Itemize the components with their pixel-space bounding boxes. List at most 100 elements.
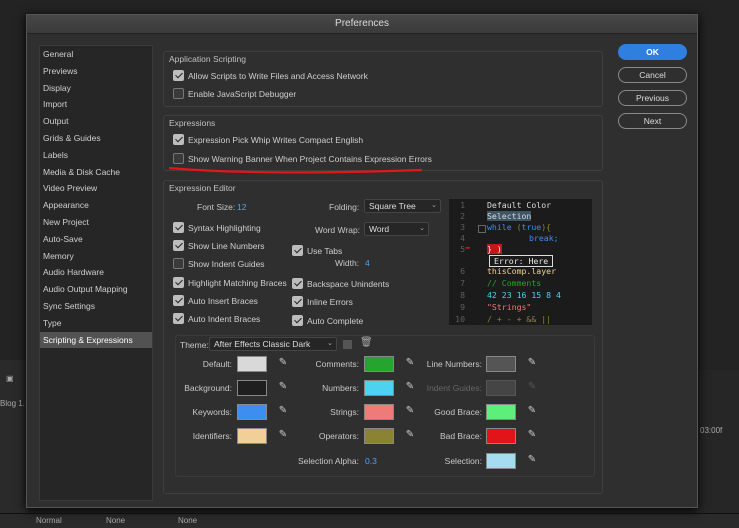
sidebar-item-display[interactable]: Display: [40, 80, 152, 97]
eyedropper-icon[interactable]: ✎: [403, 356, 417, 370]
checkbox-label: Enable JavaScript Debugger: [188, 88, 297, 99]
javascript-debugger-checkbox[interactable]: Enable JavaScript Debugger: [173, 88, 296, 99]
sidebar-item-auto-save[interactable]: Auto-Save: [40, 231, 152, 248]
eyedropper-icon[interactable]: ✎: [403, 380, 417, 394]
sidebar-item-type[interactable]: Type: [40, 315, 152, 332]
inline-errors-checkbox[interactable]: Inline Errors: [292, 296, 353, 307]
eyedropper-icon[interactable]: ✎: [525, 356, 539, 370]
sidebar-item-video-preview[interactable]: Video Preview: [40, 180, 152, 197]
word-wrap-dropdown[interactable]: Word ⌄: [364, 222, 429, 236]
sidebar-item-media-disk-cache[interactable]: Media & Disk Cache: [40, 164, 152, 181]
line-number: 9: [460, 302, 465, 312]
eyedropper-icon[interactable]: ✎: [276, 380, 290, 394]
strings-color-swatch[interactable]: [364, 404, 394, 420]
auto-insert-braces-checkbox[interactable]: Auto Insert Braces: [173, 295, 258, 306]
checkbox-box[interactable]: [173, 277, 184, 288]
ok-button[interactable]: OK: [618, 44, 687, 60]
sidebar-item-audio-hardware[interactable]: Audio Hardware: [40, 264, 152, 281]
eyedropper-icon[interactable]: ✎: [525, 428, 539, 442]
sidebar-item-memory[interactable]: Memory: [40, 248, 152, 265]
sidebar-item-new-project[interactable]: New Project: [40, 214, 152, 231]
sidebar-item-output[interactable]: Output: [40, 113, 152, 130]
trash-icon[interactable]: 🗑: [360, 337, 373, 348]
font-size-value[interactable]: 12: [237, 202, 246, 212]
selection-alpha-value[interactable]: 0.3: [365, 456, 377, 466]
word-wrap-label: Word Wrap:: [315, 225, 361, 235]
checkbox-box[interactable]: [173, 70, 184, 81]
sidebar-item-scripting-expressions[interactable]: Scripting & Expressions: [40, 331, 152, 349]
checkbox-box[interactable]: [173, 222, 184, 233]
checkbox-label: Show Indent Guides: [188, 258, 265, 269]
eyedropper-icon[interactable]: ✎: [403, 428, 417, 442]
eyedropper-icon[interactable]: ✎: [276, 428, 290, 442]
auto-indent-braces-checkbox[interactable]: Auto Indent Braces: [173, 313, 260, 324]
eyedropper-icon[interactable]: ✎: [525, 404, 539, 418]
save-theme-icon[interactable]: [343, 340, 352, 349]
eyedropper-icon[interactable]: ✎: [276, 404, 290, 418]
syntax-highlighting-checkbox[interactable]: Syntax Highlighting: [173, 222, 261, 233]
bad-brace-color-label: Bad Brace:: [439, 431, 482, 441]
sidebar-item-previews[interactable]: Previews: [40, 63, 152, 80]
line-number: 6: [460, 266, 465, 276]
next-button[interactable]: Next: [618, 113, 687, 129]
width-value[interactable]: 4: [365, 258, 370, 268]
checkbox-box[interactable]: [292, 315, 303, 326]
expression-editor-title: Expression Editor: [169, 183, 236, 193]
sidebar-item-audio-output-mapping[interactable]: Audio Output Mapping: [40, 281, 152, 298]
line-numbers-checkbox[interactable]: Show Line Numbers: [173, 240, 265, 251]
identifiers-color-swatch[interactable]: [237, 428, 267, 444]
line-number: 7: [460, 278, 465, 288]
code-line: while (true){: [487, 222, 551, 232]
previous-button[interactable]: Previous: [618, 90, 687, 106]
line-number: 4: [460, 233, 465, 243]
use-tabs-checkbox[interactable]: Use Tabs: [292, 245, 342, 256]
checkbox-box[interactable]: [173, 258, 184, 269]
bad-brace-color-swatch[interactable]: [486, 428, 516, 444]
selection-alpha-label: Selection Alpha:: [298, 456, 359, 466]
sidebar-item-labels[interactable]: Labels: [40, 147, 152, 164]
checkbox-box[interactable]: [292, 245, 303, 256]
pick-whip-checkbox[interactable]: Expression Pick Whip Writes Compact Engl…: [173, 134, 363, 145]
sidebar-item-appearance[interactable]: Appearance: [40, 197, 152, 214]
indent-guides-color-label: Indent Guides:: [426, 383, 482, 393]
keywords-color-swatch[interactable]: [237, 404, 267, 420]
auto-complete-checkbox[interactable]: Auto Complete: [292, 315, 363, 326]
sidebar-item-general[interactable]: General: [40, 46, 152, 63]
backspace-unindents-checkbox[interactable]: Backspace Unindents: [292, 278, 389, 289]
operators-color-swatch[interactable]: [364, 428, 394, 444]
allow-scripts-checkbox[interactable]: Allow Scripts to Write Files and Access …: [173, 70, 368, 81]
eyedropper-icon[interactable]: ✎: [403, 404, 417, 418]
sidebar-item-sync-settings[interactable]: Sync Settings: [40, 298, 152, 315]
checkbox-box[interactable]: [173, 240, 184, 251]
code-line-selection: Selection: [487, 211, 532, 221]
selection-color-swatch[interactable]: [486, 453, 516, 469]
checkbox-box[interactable]: [173, 295, 184, 306]
folding-dropdown[interactable]: Square Tree ⌄: [364, 199, 441, 213]
checkbox-box[interactable]: [173, 88, 184, 99]
checkbox-box[interactable]: [173, 134, 184, 145]
background-color-swatch[interactable]: [237, 380, 267, 396]
fold-marker-icon[interactable]: [478, 225, 486, 233]
checkbox-box[interactable]: [292, 278, 303, 289]
eyedropper-icon[interactable]: ✎: [276, 356, 290, 370]
good-brace-color-swatch[interactable]: [486, 404, 516, 420]
line-number: 5: [460, 244, 465, 254]
matching-braces-checkbox[interactable]: Highlight Matching Braces: [173, 277, 287, 288]
line-number: 10: [455, 314, 465, 324]
cancel-button[interactable]: Cancel: [618, 67, 687, 83]
indent-guides-checkbox[interactable]: Show Indent Guides: [173, 258, 265, 269]
code-keyword: while: [487, 222, 512, 232]
default-color-swatch[interactable]: [237, 356, 267, 372]
background-bottom-strip: Normal None None: [0, 513, 739, 528]
sidebar-item-import[interactable]: Import: [40, 96, 152, 113]
line-numbers-color-swatch[interactable]: [486, 356, 516, 372]
background-right-panel: [697, 370, 739, 515]
numbers-color-swatch[interactable]: [364, 380, 394, 396]
theme-dropdown[interactable]: After Effects Classic Dark ⌄: [209, 337, 337, 351]
checkbox-label: Auto Insert Braces: [188, 295, 258, 306]
comments-color-swatch[interactable]: [364, 356, 394, 372]
checkbox-box[interactable]: [292, 296, 303, 307]
checkbox-box[interactable]: [173, 313, 184, 324]
eyedropper-icon[interactable]: ✎: [525, 453, 539, 467]
sidebar-item-grids-guides[interactable]: Grids & Guides: [40, 130, 152, 147]
